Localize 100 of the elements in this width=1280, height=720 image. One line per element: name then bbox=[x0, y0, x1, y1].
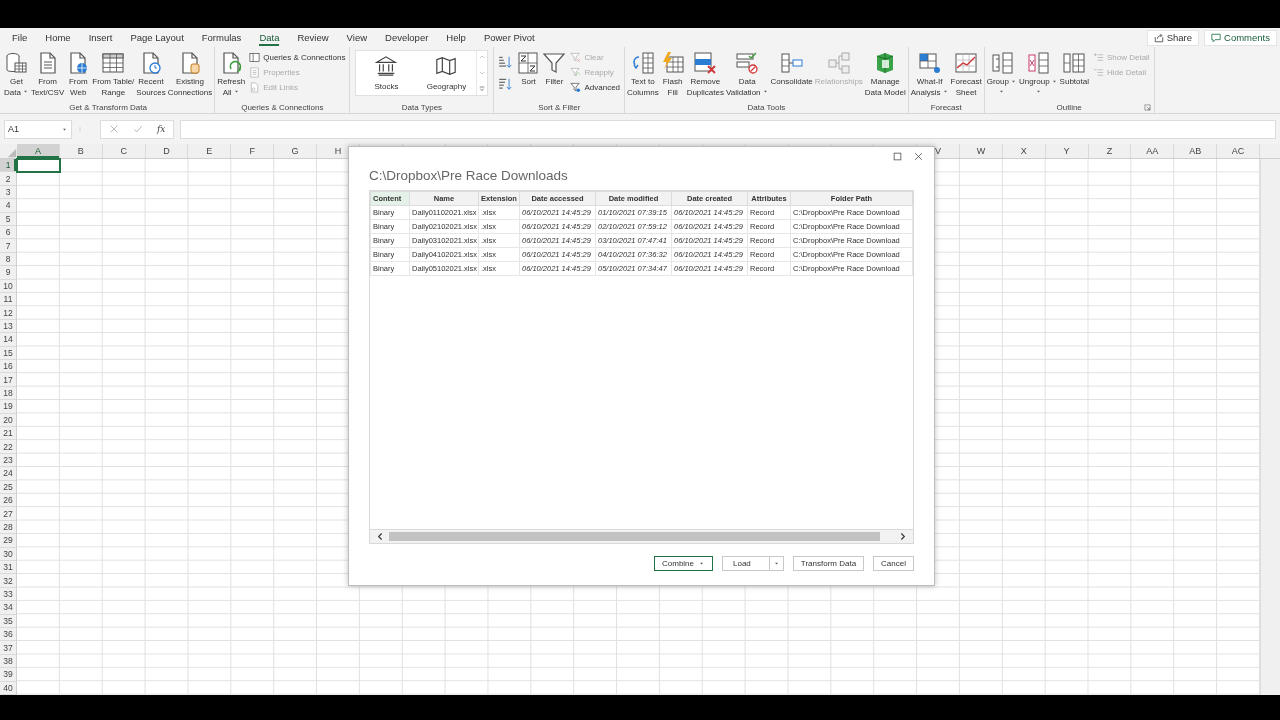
ribbon-button[interactable]: Queries & Connections bbox=[248, 51, 347, 64]
name-box[interactable]: A1 bbox=[4, 119, 72, 139]
row-header[interactable]: 23 bbox=[0, 453, 16, 468]
ribbon-tab[interactable]: Formulas bbox=[192, 28, 251, 47]
sort-descending-icon[interactable] bbox=[498, 77, 513, 91]
row-header[interactable]: 28 bbox=[0, 520, 16, 535]
column-header[interactable]: E bbox=[188, 144, 232, 158]
close-icon[interactable] bbox=[914, 152, 923, 161]
ribbon-button[interactable]: Subtotal bbox=[1058, 50, 1090, 89]
ribbon-tab[interactable]: Insert bbox=[79, 28, 122, 47]
row-header[interactable]: 8 bbox=[0, 252, 16, 267]
row-header[interactable]: 36 bbox=[0, 628, 16, 642]
column-header[interactable]: D bbox=[145, 144, 189, 158]
dialog-button[interactable]: Transform Data bbox=[792, 556, 865, 571]
row-header[interactable]: 33 bbox=[0, 587, 16, 602]
ribbon-button[interactable]: Ungroup bbox=[1017, 50, 1059, 98]
scroll-down-icon[interactable] bbox=[478, 69, 487, 77]
ribbon-button[interactable]: Refresh All bbox=[216, 50, 247, 99]
ribbon-button[interactable]: Text to Columns bbox=[626, 50, 660, 99]
row-header[interactable]: 31 bbox=[0, 561, 16, 575]
row-header[interactable]: 11 bbox=[0, 293, 16, 307]
scroll-left-icon[interactable] bbox=[376, 532, 385, 541]
horizontal-scrollbar[interactable] bbox=[369, 529, 914, 544]
column-header[interactable]: Z bbox=[1088, 144, 1132, 158]
scroll-up-icon[interactable] bbox=[478, 53, 487, 61]
row-header[interactable]: 21 bbox=[0, 427, 16, 441]
column-header[interactable]: AB bbox=[1174, 144, 1218, 158]
row-header[interactable]: 29 bbox=[0, 534, 16, 548]
row-header[interactable]: 1 bbox=[0, 159, 16, 173]
ribbon-button[interactable]: From Web bbox=[65, 50, 92, 99]
row-header[interactable]: 35 bbox=[0, 614, 16, 628]
row-header[interactable]: 2 bbox=[0, 172, 16, 186]
more-icon[interactable] bbox=[478, 85, 487, 93]
ribbon-button[interactable]: Existing Connections bbox=[166, 50, 214, 99]
ribbon-tab[interactable]: Home bbox=[36, 28, 80, 47]
row-header[interactable]: 17 bbox=[0, 373, 16, 387]
column-header[interactable]: G bbox=[274, 144, 318, 158]
row-header[interactable]: 26 bbox=[0, 494, 16, 508]
row-header[interactable]: 25 bbox=[0, 480, 16, 494]
row-header[interactable]: 7 bbox=[0, 239, 16, 253]
ribbon-tab[interactable]: Help bbox=[437, 28, 475, 47]
gallery-option[interactable]: Geography bbox=[416, 51, 477, 95]
column-header[interactable]: A bbox=[17, 144, 60, 158]
row-header[interactable]: 4 bbox=[0, 199, 16, 213]
column-header[interactable]: AA bbox=[1131, 144, 1175, 158]
gallery-option[interactable]: Stocks bbox=[356, 51, 417, 95]
row-header[interactable]: 24 bbox=[0, 467, 16, 481]
row-header[interactable]: 9 bbox=[0, 266, 16, 280]
maximize-icon[interactable] bbox=[893, 152, 902, 161]
row-header[interactable]: 34 bbox=[0, 601, 16, 615]
combine-button[interactable]: Combine bbox=[654, 556, 713, 571]
vertical-scrollbar[interactable] bbox=[1260, 159, 1280, 695]
sort-ascending-icon[interactable] bbox=[498, 55, 513, 69]
ribbon-button[interactable]: Sort bbox=[515, 50, 542, 89]
column-header[interactable]: F bbox=[231, 144, 275, 158]
column-header[interactable]: X bbox=[1002, 144, 1046, 158]
ribbon-button[interactable]: From Text/CSV bbox=[29, 50, 66, 99]
ribbon-button[interactable]: Group bbox=[985, 50, 1018, 98]
active-cell[interactable] bbox=[16, 158, 61, 174]
row-header[interactable]: 5 bbox=[0, 212, 16, 226]
row-header[interactable]: 12 bbox=[0, 306, 16, 320]
cancel-icon[interactable] bbox=[109, 124, 119, 134]
ribbon-tab[interactable]: Review bbox=[288, 28, 338, 47]
enter-icon[interactable] bbox=[133, 124, 143, 134]
row-header[interactable]: 20 bbox=[0, 413, 16, 427]
ribbon-button[interactable]: Filter bbox=[541, 50, 568, 89]
ribbon-button[interactable]: Flash Fill bbox=[659, 50, 686, 99]
insert-function-button[interactable]: fx bbox=[157, 124, 166, 134]
ribbon-button[interactable]: Consolidate bbox=[769, 50, 814, 89]
row-header[interactable]: 30 bbox=[0, 547, 16, 561]
ribbon-button[interactable]: Get Data bbox=[3, 50, 30, 99]
row-header[interactable]: 27 bbox=[0, 507, 16, 521]
ribbon-button[interactable]: Manage Data Model bbox=[863, 50, 907, 99]
row-header[interactable]: 40 bbox=[0, 681, 16, 695]
ribbon-tab[interactable]: Developer bbox=[376, 28, 438, 47]
ribbon-button[interactable]: Advanced bbox=[569, 81, 622, 94]
row-header[interactable]: 32 bbox=[0, 574, 16, 588]
ribbon-tab[interactable]: Data bbox=[250, 28, 289, 47]
row-header[interactable]: 6 bbox=[0, 226, 16, 240]
ribbon-tab[interactable]: View bbox=[337, 28, 377, 47]
row-header[interactable]: 22 bbox=[0, 440, 16, 454]
formula-input[interactable] bbox=[180, 119, 1276, 139]
row-header[interactable]: 15 bbox=[0, 346, 16, 360]
column-header[interactable]: AC bbox=[1217, 144, 1260, 158]
row-header[interactable]: 10 bbox=[0, 279, 16, 293]
scroll-right-icon[interactable] bbox=[898, 532, 907, 541]
ribbon-button[interactable]: From Table/ Range bbox=[91, 50, 136, 99]
ribbon-button[interactable]: Forecast Sheet bbox=[949, 50, 983, 99]
comments-button[interactable]: Comments bbox=[1204, 29, 1277, 46]
ribbon-button[interactable]: Recent Sources bbox=[135, 50, 167, 99]
ribbon-tab[interactable]: File bbox=[3, 28, 37, 47]
ribbon-button[interactable]: Data Validation bbox=[725, 50, 770, 99]
dialog-launcher-icon[interactable] bbox=[1143, 104, 1151, 111]
row-header[interactable]: 19 bbox=[0, 400, 16, 414]
ribbon-tab[interactable]: Page Layout bbox=[121, 28, 193, 47]
row-header[interactable]: 14 bbox=[0, 333, 16, 347]
row-header[interactable]: 3 bbox=[0, 185, 16, 200]
column-header[interactable]: Y bbox=[1045, 144, 1089, 158]
split-button[interactable]: Load bbox=[722, 556, 784, 571]
row-header[interactable]: 38 bbox=[0, 654, 16, 669]
